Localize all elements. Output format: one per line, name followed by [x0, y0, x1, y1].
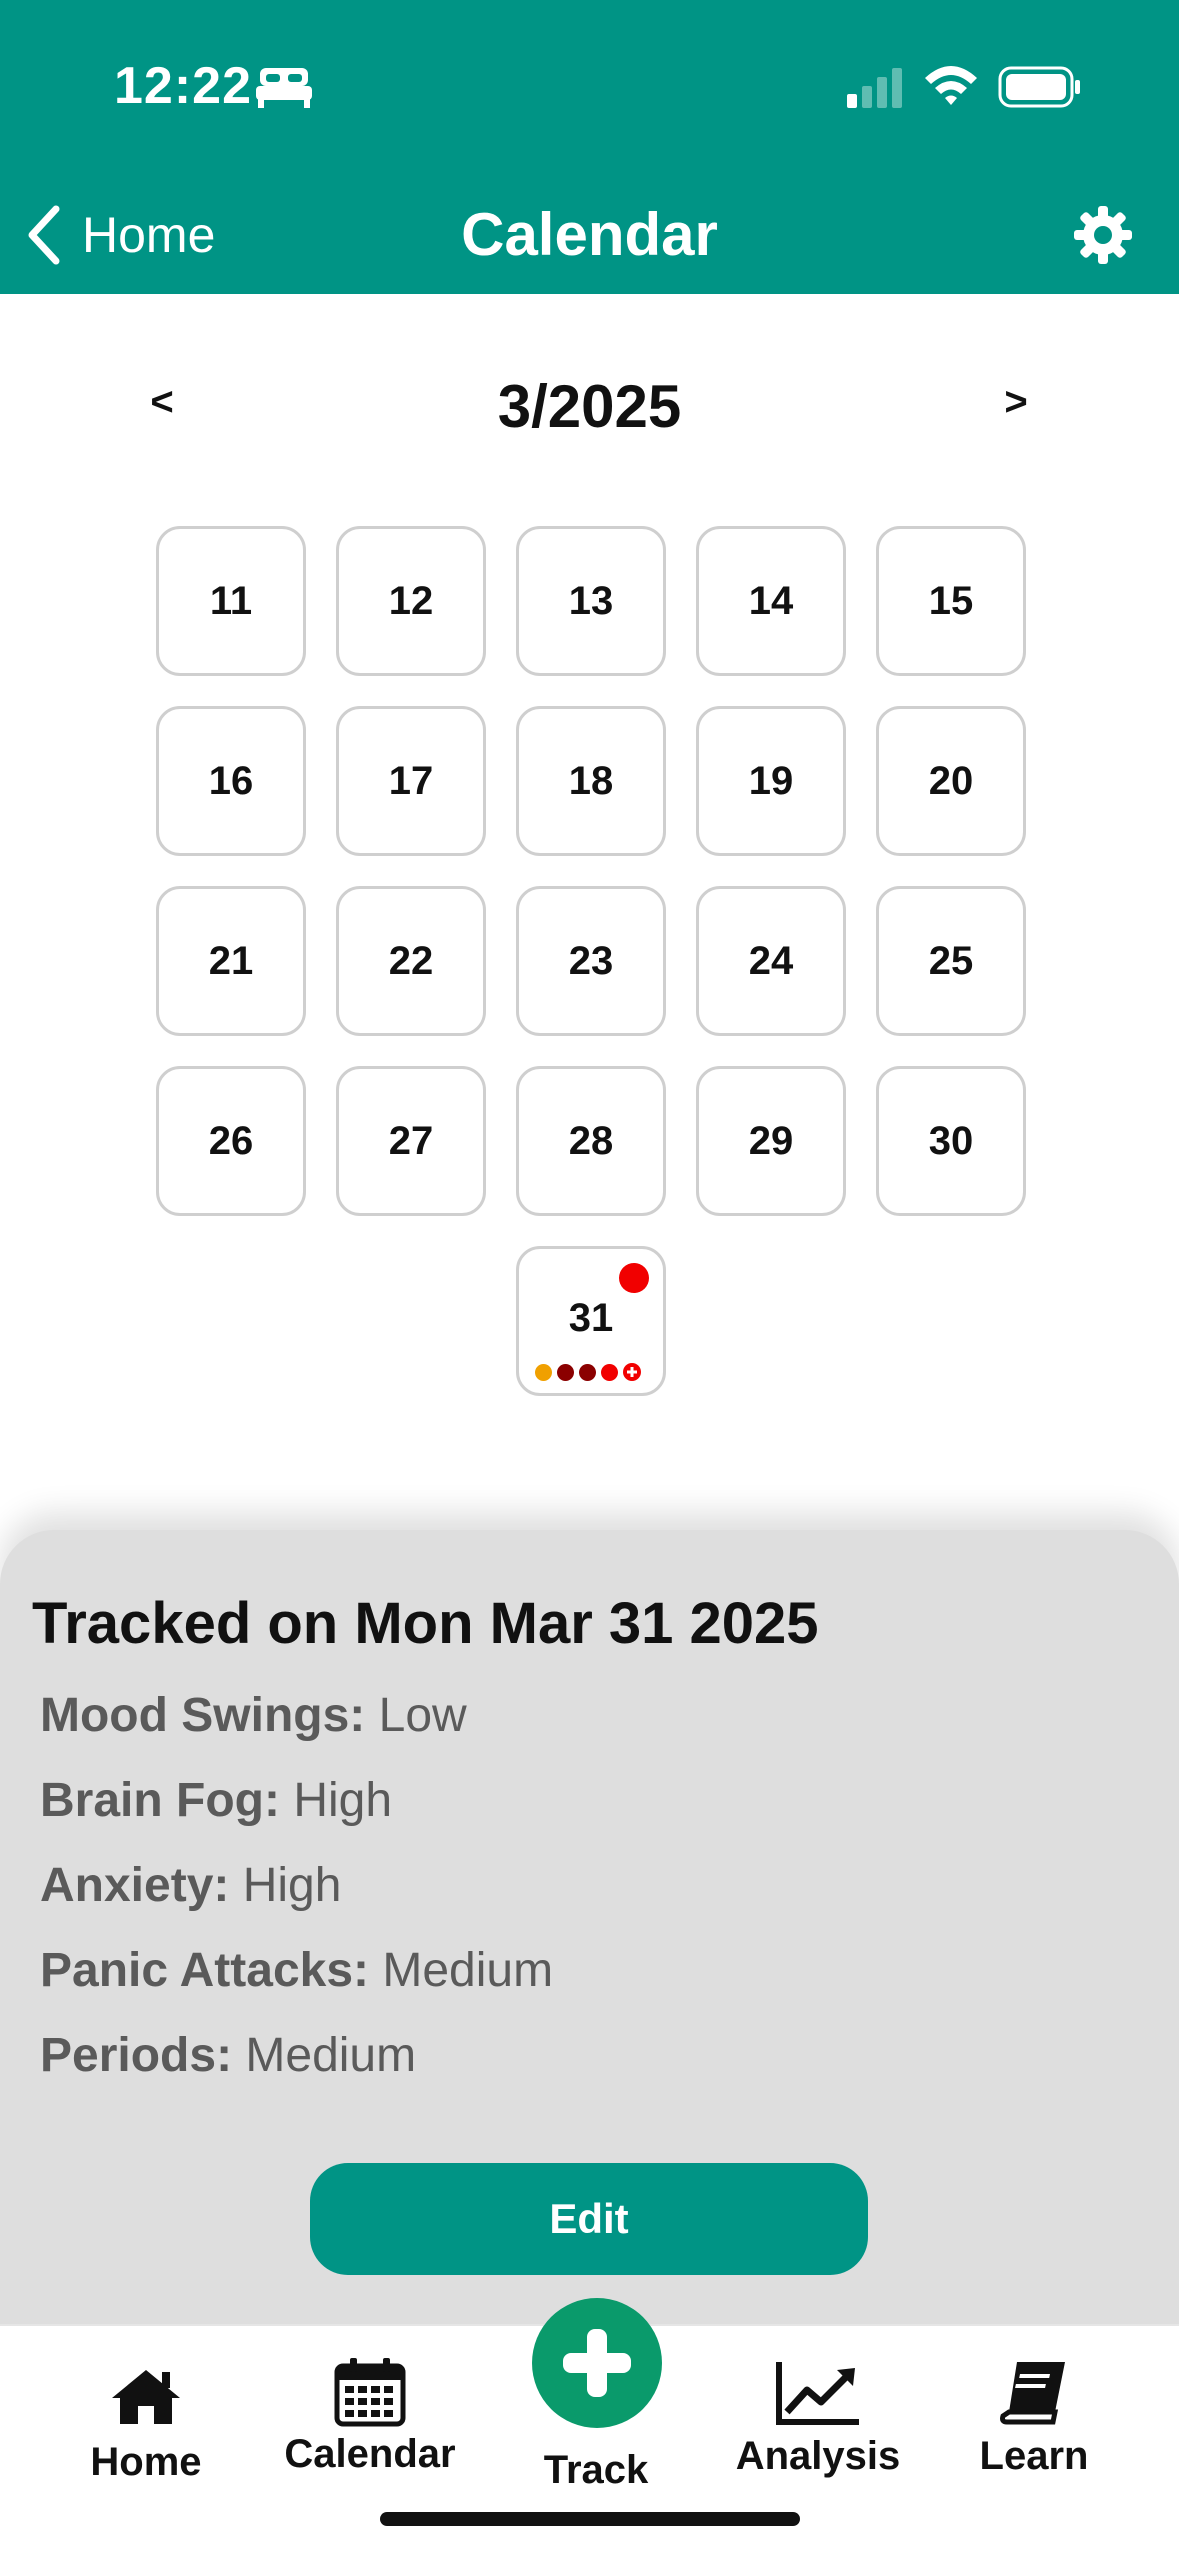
- back-button[interactable]: Home: [22, 200, 215, 270]
- cellular-signal-icon: [847, 68, 902, 108]
- edit-button[interactable]: Edit: [310, 2163, 868, 2275]
- tracked-marker-dot: [619, 1263, 649, 1293]
- calendar-day[interactable]: 19: [696, 706, 846, 856]
- bed-icon: [256, 68, 312, 108]
- calendar-day[interactable]: 20: [876, 706, 1026, 856]
- calendar-icon: [334, 2358, 406, 2427]
- chevron-left-icon: [28, 205, 60, 265]
- calendar-day[interactable]: 24: [696, 886, 846, 1036]
- calendar-day[interactable]: 28: [516, 1066, 666, 1216]
- plus-circle-icon: [623, 1363, 641, 1381]
- symptom-dot: [579, 1363, 596, 1381]
- home-indicator: [380, 2512, 800, 2526]
- details-title: Tracked on Mon Mar 31 2025: [32, 1591, 819, 1656]
- calendar-day[interactable]: 11: [156, 526, 306, 676]
- tab-analysis[interactable]: Analysis: [718, 2362, 918, 2479]
- calendar-day[interactable]: 15: [876, 526, 1026, 676]
- gear-icon[interactable]: [1072, 204, 1134, 266]
- next-month-button[interactable]: >: [986, 380, 1046, 425]
- book-icon: [1000, 2362, 1065, 2425]
- calendar-day-selected[interactable]: 31: [516, 1246, 666, 1396]
- track-add-button[interactable]: [532, 2298, 662, 2428]
- calendar-day[interactable]: 17: [336, 706, 486, 856]
- calendar-day[interactable]: 23: [516, 886, 666, 1036]
- tab-home[interactable]: Home: [46, 2366, 246, 2485]
- calendar-day[interactable]: 25: [876, 886, 1026, 1036]
- symptom-dots: [535, 1363, 641, 1381]
- symptom-dot: [557, 1363, 574, 1381]
- plus-icon: [563, 2329, 631, 2397]
- detail-row-anxiety: Anxiety: High: [40, 1859, 342, 1912]
- calendar-day[interactable]: 22: [336, 886, 486, 1036]
- app-header: 12:22 Home Calendar: [0, 0, 1179, 294]
- calendar-day[interactable]: 12: [336, 526, 486, 676]
- symptom-dot: [601, 1363, 618, 1381]
- calendar-day[interactable]: 30: [876, 1066, 1026, 1216]
- trend-chart-icon: [776, 2362, 859, 2425]
- detail-row-periods: Periods: Medium: [40, 2029, 417, 2082]
- calendar-day[interactable]: 27: [336, 1066, 486, 1216]
- wifi-icon: [925, 66, 977, 105]
- detail-row-brain-fog: Brain Fog: High: [40, 1774, 393, 1827]
- calendar-day[interactable]: 14: [696, 526, 846, 676]
- tracked-details-panel: Tracked on Mon Mar 31 2025 Mood Swings: …: [0, 1530, 1179, 2330]
- tab-track[interactable]: Track: [496, 2434, 696, 2493]
- calendar-day[interactable]: 21: [156, 886, 306, 1036]
- symptom-dot: [535, 1363, 552, 1381]
- back-label: Home: [82, 207, 216, 263]
- battery-icon: [998, 66, 1080, 108]
- status-time: 12:22: [114, 57, 252, 115]
- house-icon: [112, 2370, 180, 2424]
- calendar-day[interactable]: 29: [696, 1066, 846, 1216]
- tab-calendar[interactable]: Calendar: [270, 2358, 470, 2477]
- calendar-day[interactable]: 13: [516, 526, 666, 676]
- calendar-day[interactable]: 26: [156, 1066, 306, 1216]
- tab-learn[interactable]: Learn: [934, 2362, 1134, 2479]
- detail-row-mood-swings: Mood Swings: Low: [40, 1689, 467, 1742]
- calendar-day[interactable]: 18: [516, 706, 666, 856]
- calendar-day[interactable]: 16: [156, 706, 306, 856]
- detail-row-panic-attacks: Panic Attacks: Medium: [40, 1944, 554, 1997]
